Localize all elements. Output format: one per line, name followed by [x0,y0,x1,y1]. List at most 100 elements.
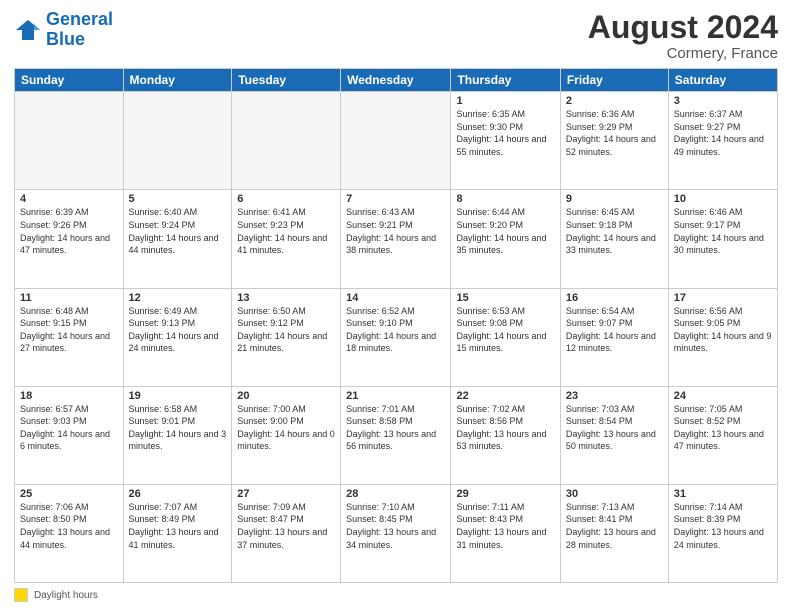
logo-line2: Blue [46,29,85,49]
day-number: 19 [129,390,227,402]
legend-label: Daylight hours [34,590,98,601]
calendar-header-row: SundayMondayTuesdayWednesdayThursdayFrid… [15,69,778,92]
day-number: 20 [237,390,335,402]
day-info: Sunrise: 6:40 AM Sunset: 9:24 PM Dayligh… [129,206,227,256]
calendar-cell: 14Sunrise: 6:52 AM Sunset: 9:10 PM Dayli… [341,288,451,386]
day-info: Sunrise: 6:52 AM Sunset: 9:10 PM Dayligh… [346,305,445,355]
day-number: 22 [456,390,554,402]
day-info: Sunrise: 7:06 AM Sunset: 8:50 PM Dayligh… [20,501,118,551]
calendar-week-row: 11Sunrise: 6:48 AM Sunset: 9:15 PM Dayli… [15,288,778,386]
calendar-day-header: Wednesday [341,69,451,92]
calendar-cell: 2Sunrise: 6:36 AM Sunset: 9:29 PM Daylig… [560,92,668,190]
calendar-cell: 25Sunrise: 7:06 AM Sunset: 8:50 PM Dayli… [15,484,124,582]
calendar-cell: 20Sunrise: 7:00 AM Sunset: 9:00 PM Dayli… [232,386,341,484]
day-info: Sunrise: 6:54 AM Sunset: 9:07 PM Dayligh… [566,305,663,355]
calendar-cell: 24Sunrise: 7:05 AM Sunset: 8:52 PM Dayli… [668,386,777,484]
day-number: 31 [674,488,772,500]
calendar-cell: 30Sunrise: 7:13 AM Sunset: 8:41 PM Dayli… [560,484,668,582]
calendar-cell [341,92,451,190]
day-number: 26 [129,488,227,500]
title-block: August 2024 Cormery, France [588,10,778,62]
day-info: Sunrise: 6:44 AM Sunset: 9:20 PM Dayligh… [456,206,554,256]
calendar-cell: 28Sunrise: 7:10 AM Sunset: 8:45 PM Dayli… [341,484,451,582]
logo-line1: General [46,9,113,29]
day-number: 10 [674,193,772,205]
day-info: Sunrise: 7:09 AM Sunset: 8:47 PM Dayligh… [237,501,335,551]
day-number: 12 [129,292,227,304]
calendar-week-row: 25Sunrise: 7:06 AM Sunset: 8:50 PM Dayli… [15,484,778,582]
day-info: Sunrise: 6:39 AM Sunset: 9:26 PM Dayligh… [20,206,118,256]
calendar-cell: 22Sunrise: 7:02 AM Sunset: 8:56 PM Dayli… [451,386,560,484]
day-number: 5 [129,193,227,205]
calendar-week-row: 1Sunrise: 6:35 AM Sunset: 9:30 PM Daylig… [15,92,778,190]
day-number: 8 [456,193,554,205]
calendar-cell: 4Sunrise: 6:39 AM Sunset: 9:26 PM Daylig… [15,190,124,288]
day-info: Sunrise: 6:41 AM Sunset: 9:23 PM Dayligh… [237,206,335,256]
day-number: 15 [456,292,554,304]
calendar-cell: 26Sunrise: 7:07 AM Sunset: 8:49 PM Dayli… [123,484,232,582]
calendar-cell: 12Sunrise: 6:49 AM Sunset: 9:13 PM Dayli… [123,288,232,386]
legend: Daylight hours [14,588,778,602]
calendar-day-header: Thursday [451,69,560,92]
day-info: Sunrise: 7:02 AM Sunset: 8:56 PM Dayligh… [456,403,554,453]
calendar-cell: 3Sunrise: 6:37 AM Sunset: 9:27 PM Daylig… [668,92,777,190]
calendar-cell: 17Sunrise: 6:56 AM Sunset: 9:05 PM Dayli… [668,288,777,386]
calendar-week-row: 4Sunrise: 6:39 AM Sunset: 9:26 PM Daylig… [15,190,778,288]
calendar-cell: 13Sunrise: 6:50 AM Sunset: 9:12 PM Dayli… [232,288,341,386]
day-number: 14 [346,292,445,304]
day-info: Sunrise: 7:00 AM Sunset: 9:00 PM Dayligh… [237,403,335,453]
day-number: 24 [674,390,772,402]
calendar-day-header: Monday [123,69,232,92]
day-info: Sunrise: 6:50 AM Sunset: 9:12 PM Dayligh… [237,305,335,355]
day-info: Sunrise: 7:11 AM Sunset: 8:43 PM Dayligh… [456,501,554,551]
day-number: 1 [456,95,554,107]
logo: General Blue [14,10,113,50]
day-info: Sunrise: 7:01 AM Sunset: 8:58 PM Dayligh… [346,403,445,453]
calendar-cell: 1Sunrise: 6:35 AM Sunset: 9:30 PM Daylig… [451,92,560,190]
subtitle: Cormery, France [588,45,778,62]
day-info: Sunrise: 6:46 AM Sunset: 9:17 PM Dayligh… [674,206,772,256]
day-info: Sunrise: 6:35 AM Sunset: 9:30 PM Dayligh… [456,108,554,158]
day-number: 30 [566,488,663,500]
calendar-cell: 23Sunrise: 7:03 AM Sunset: 8:54 PM Dayli… [560,386,668,484]
day-info: Sunrise: 7:07 AM Sunset: 8:49 PM Dayligh… [129,501,227,551]
calendar-cell: 19Sunrise: 6:58 AM Sunset: 9:01 PM Dayli… [123,386,232,484]
calendar-cell: 16Sunrise: 6:54 AM Sunset: 9:07 PM Dayli… [560,288,668,386]
calendar-cell: 21Sunrise: 7:01 AM Sunset: 8:58 PM Dayli… [341,386,451,484]
day-number: 7 [346,193,445,205]
calendar-day-header: Saturday [668,69,777,92]
day-number: 6 [237,193,335,205]
calendar-cell: 9Sunrise: 6:45 AM Sunset: 9:18 PM Daylig… [560,190,668,288]
calendar-cell: 8Sunrise: 6:44 AM Sunset: 9:20 PM Daylig… [451,190,560,288]
calendar-cell: 10Sunrise: 6:46 AM Sunset: 9:17 PM Dayli… [668,190,777,288]
day-number: 4 [20,193,118,205]
day-number: 17 [674,292,772,304]
calendar-cell: 6Sunrise: 6:41 AM Sunset: 9:23 PM Daylig… [232,190,341,288]
calendar-day-header: Sunday [15,69,124,92]
day-number: 16 [566,292,663,304]
calendar-cell: 7Sunrise: 6:43 AM Sunset: 9:21 PM Daylig… [341,190,451,288]
legend-box [14,588,28,602]
calendar-cell [123,92,232,190]
day-info: Sunrise: 6:56 AM Sunset: 9:05 PM Dayligh… [674,305,772,355]
calendar-cell: 29Sunrise: 7:11 AM Sunset: 8:43 PM Dayli… [451,484,560,582]
day-info: Sunrise: 6:53 AM Sunset: 9:08 PM Dayligh… [456,305,554,355]
day-info: Sunrise: 6:48 AM Sunset: 9:15 PM Dayligh… [20,305,118,355]
calendar-cell: 5Sunrise: 6:40 AM Sunset: 9:24 PM Daylig… [123,190,232,288]
calendar-day-header: Friday [560,69,668,92]
day-number: 9 [566,193,663,205]
day-info: Sunrise: 6:36 AM Sunset: 9:29 PM Dayligh… [566,108,663,158]
calendar-cell [15,92,124,190]
day-number: 28 [346,488,445,500]
day-number: 29 [456,488,554,500]
day-info: Sunrise: 6:57 AM Sunset: 9:03 PM Dayligh… [20,403,118,453]
day-number: 2 [566,95,663,107]
day-number: 18 [20,390,118,402]
day-number: 3 [674,95,772,107]
day-info: Sunrise: 6:49 AM Sunset: 9:13 PM Dayligh… [129,305,227,355]
day-number: 27 [237,488,335,500]
day-info: Sunrise: 6:45 AM Sunset: 9:18 PM Dayligh… [566,206,663,256]
day-info: Sunrise: 6:37 AM Sunset: 9:27 PM Dayligh… [674,108,772,158]
header: General Blue August 2024 Cormery, France [14,10,778,62]
calendar-week-row: 18Sunrise: 6:57 AM Sunset: 9:03 PM Dayli… [15,386,778,484]
